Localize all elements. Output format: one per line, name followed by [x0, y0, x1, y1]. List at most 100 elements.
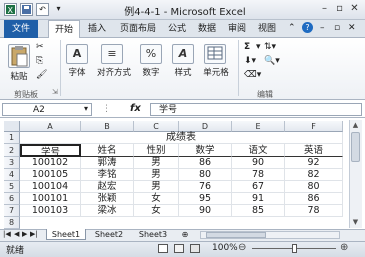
clipboard-dialog-launcher-icon[interactable]: ⇲	[52, 88, 58, 96]
name-box[interactable]: A2	[2, 103, 92, 116]
scroll-up-icon[interactable]: ▲	[350, 121, 361, 130]
styles-icon[interactable]: A	[172, 44, 194, 64]
table-cell[interactable]: 男	[134, 169, 179, 181]
restore-icon[interactable]: ▫	[333, 3, 346, 16]
tab-file[interactable]: 文件	[4, 20, 38, 38]
table-cell[interactable]: 男	[134, 181, 179, 193]
zoom-level[interactable]: 100%	[212, 243, 238, 253]
table-cell[interactable]: 80	[285, 181, 343, 193]
row-header[interactable]: 5	[4, 181, 20, 193]
font-icon[interactable]: A	[66, 44, 88, 64]
row-header[interactable]: 2	[4, 144, 20, 157]
tab-data[interactable]: 数据	[194, 20, 220, 38]
normal-view-icon[interactable]	[158, 244, 168, 253]
sheet-tab-sheet1[interactable]: Sheet1	[46, 229, 86, 240]
table-cell[interactable]: 80	[179, 169, 232, 181]
zoom-slider-thumb[interactable]	[292, 244, 297, 253]
table-cell[interactable]: 86	[285, 193, 343, 205]
table-cell[interactable]: 90	[232, 157, 285, 169]
row-header[interactable]: 8	[4, 217, 20, 229]
cut-icon[interactable]: ✂	[36, 42, 44, 52]
sort-filter-icon[interactable]: ⇅▾	[264, 42, 276, 52]
workbook-restore-icon[interactable]: ▫	[334, 23, 340, 33]
tab-page-layout[interactable]: 页面布局	[114, 20, 162, 38]
table-cell[interactable]: 梁冰	[81, 205, 134, 217]
table-cell[interactable]: 李铭	[81, 169, 134, 181]
fill-icon[interactable]: ⬇▾	[244, 56, 256, 66]
column-header-c[interactable]: C	[134, 121, 179, 132]
table-title-cell[interactable]: 成绩表	[20, 132, 343, 144]
table-cell[interactable]: 女	[134, 205, 179, 217]
tab-formulas[interactable]: 公式	[164, 20, 190, 38]
column-header-e[interactable]: E	[232, 121, 285, 132]
scroll-down-icon[interactable]: ▼	[350, 218, 361, 227]
table-cell[interactable]: 78	[285, 205, 343, 217]
sheet-tab-sheet2[interactable]: Sheet2	[88, 229, 130, 240]
number-format-icon[interactable]: %	[140, 44, 162, 64]
horizontal-scroll-thumb[interactable]	[206, 232, 266, 238]
insert-sheet-icon[interactable]: ⊕	[176, 229, 194, 240]
table-cell[interactable]: 78	[232, 169, 285, 181]
formula-input[interactable]: 学号	[150, 103, 362, 116]
column-header-b[interactable]: B	[81, 121, 134, 132]
workbook-close-icon[interactable]: ✕	[348, 23, 356, 33]
table-cell[interactable]: 67	[232, 181, 285, 193]
tab-review[interactable]: 审阅	[224, 20, 250, 38]
table-cell[interactable]: 100104	[20, 181, 81, 193]
tab-home[interactable]: 开始	[48, 20, 80, 39]
ribbon-minimize-icon[interactable]: ⌃	[288, 23, 296, 33]
copy-icon[interactable]: ⎘	[36, 56, 43, 66]
header-cell-name[interactable]: 姓名	[81, 144, 134, 157]
name-box-dropdown-icon[interactable]: ▾	[84, 104, 88, 113]
alignment-button[interactable]: 对齐方式	[92, 66, 136, 78]
tab-view[interactable]: 视图	[254, 20, 280, 38]
row-header[interactable]: 7	[4, 205, 20, 217]
column-header-f[interactable]: F	[285, 121, 343, 132]
zoom-in-icon[interactable]: ⊕	[340, 242, 348, 253]
row-header[interactable]: 6	[4, 193, 20, 205]
table-cell[interactable]: 82	[285, 169, 343, 181]
help-icon[interactable]: ?	[302, 22, 313, 33]
formula-bar-grip-icon[interactable]: ⋮	[102, 104, 111, 114]
table-cell[interactable]: 100103	[20, 205, 81, 217]
sheet-nav-last-icon[interactable]: ▶|	[30, 229, 38, 240]
table-cell[interactable]: 女	[134, 193, 179, 205]
row-header[interactable]: 3	[4, 157, 20, 169]
row-header[interactable]: 1	[4, 132, 20, 144]
column-header-a[interactable]: A	[20, 121, 81, 132]
number-button[interactable]: 数字	[136, 66, 166, 78]
header-cell-student-id[interactable]: 学号	[20, 144, 81, 158]
format-painter-icon[interactable]: 🖌	[36, 70, 47, 80]
close-icon[interactable]: ✕	[348, 3, 361, 16]
table-cell[interactable]: 赵宏	[81, 181, 134, 193]
header-cell-english[interactable]: 英语	[285, 144, 343, 157]
table-cell[interactable]: 86	[179, 157, 232, 169]
table-cell[interactable]: 100102	[20, 157, 81, 169]
styles-button[interactable]: 样式	[168, 66, 198, 78]
insert-function-icon[interactable]: fx	[130, 103, 141, 114]
zoom-out-icon[interactable]: ⊖	[238, 242, 246, 253]
clear-icon[interactable]: ⌫▾	[244, 70, 261, 80]
page-layout-view-icon[interactable]	[174, 244, 184, 253]
table-cell[interactable]: 郭涛	[81, 157, 134, 169]
header-cell-gender[interactable]: 性别	[134, 144, 179, 157]
excel-logo-icon[interactable]: X	[4, 3, 17, 16]
sheet-nav-prev-icon[interactable]: ◀	[14, 229, 19, 240]
table-cell[interactable]: 男	[134, 157, 179, 169]
sheet-tab-sheet3[interactable]: Sheet3	[132, 229, 174, 240]
table-cell[interactable]: 76	[179, 181, 232, 193]
row-header[interactable]: 4	[4, 169, 20, 181]
page-break-view-icon[interactable]	[190, 244, 200, 253]
autosum-dropdown-icon[interactable]: ▾	[256, 42, 261, 52]
vertical-scroll-thumb[interactable]	[351, 132, 360, 162]
header-cell-chinese[interactable]: 语文	[232, 144, 285, 157]
header-cell-math[interactable]: 数学	[179, 144, 232, 157]
cells-icon[interactable]	[204, 44, 226, 64]
font-button[interactable]: 字体	[62, 66, 92, 78]
undo-icon[interactable]: ↶	[36, 3, 49, 16]
sheet-nav-first-icon[interactable]: |◀	[3, 229, 11, 240]
quick-access-dropdown-icon[interactable]: ▾	[52, 3, 65, 16]
column-header-d[interactable]: D	[179, 121, 232, 132]
table-cell[interactable]: 90	[179, 205, 232, 217]
table-cell[interactable]: 张颖	[81, 193, 134, 205]
